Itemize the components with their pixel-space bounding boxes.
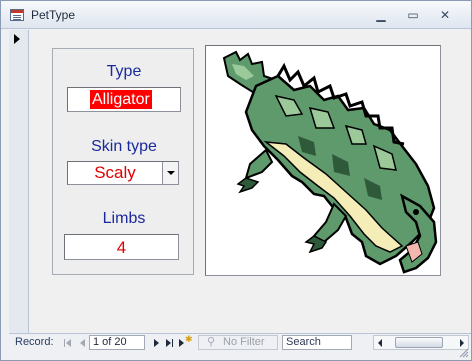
previous-record-button[interactable] — [75, 335, 89, 350]
scroll-right-icon[interactable] — [460, 339, 464, 347]
type-label: Type — [106, 63, 142, 80]
limbs-value: 4 — [116, 238, 127, 257]
skin-type-combo[interactable]: Scaly — [67, 161, 179, 185]
limbs-field[interactable]: 4 — [64, 234, 179, 260]
fields-panel: Type Alligator Skin type Scaly Limbs 4 — [52, 48, 194, 275]
form-detail: Type Alligator Skin type Scaly Limbs 4 — [30, 30, 471, 336]
filter-toggle[interactable]: ⚲ No Filter — [198, 335, 278, 350]
close-button[interactable]: ✕ — [433, 6, 457, 24]
pet-image-frame — [205, 45, 441, 276]
search-input[interactable]: Search — [282, 335, 352, 350]
alligator-image — [222, 50, 438, 274]
skin-type-value: Scaly — [94, 163, 136, 182]
limbs-label: Limbs — [102, 210, 146, 227]
resize-grip-icon[interactable] — [459, 348, 469, 358]
window-title: PetType — [31, 8, 76, 22]
dropdown-arrow-icon[interactable] — [162, 162, 178, 184]
form-icon[interactable] — [10, 9, 24, 21]
type-field[interactable]: Alligator — [67, 87, 181, 112]
scroll-thumb[interactable] — [395, 337, 443, 348]
first-record-button[interactable] — [61, 335, 75, 350]
filter-icon: ⚲ — [207, 336, 216, 348]
record-selector[interactable] — [9, 30, 29, 336]
form-window: PetType ▁ ▭ ✕ Type Alligator Skin type S… — [0, 0, 472, 361]
type-value: Alligator — [90, 90, 152, 109]
last-record-button[interactable] — [163, 335, 177, 350]
maximize-button[interactable]: ▭ — [401, 6, 425, 24]
minimize-button[interactable]: ▁ — [369, 6, 393, 24]
new-record-button[interactable]: ✱ — [177, 334, 193, 350]
record-navigation-bar: Record: 1 of 20 ✱ ⚲ No Filter Search — [9, 333, 471, 351]
current-record-icon — [14, 34, 20, 44]
record-position-input[interactable]: 1 of 20 — [89, 335, 145, 350]
record-label: Record: — [15, 336, 54, 348]
next-record-button[interactable] — [149, 335, 163, 350]
skin-type-label: Skin type — [91, 138, 157, 155]
scroll-left-icon[interactable] — [378, 339, 382, 347]
title-bar[interactable]: PetType ▁ ▭ ✕ — [1, 1, 471, 29]
filter-label: No Filter — [223, 336, 265, 348]
horizontal-scrollbar[interactable] — [373, 335, 469, 350]
